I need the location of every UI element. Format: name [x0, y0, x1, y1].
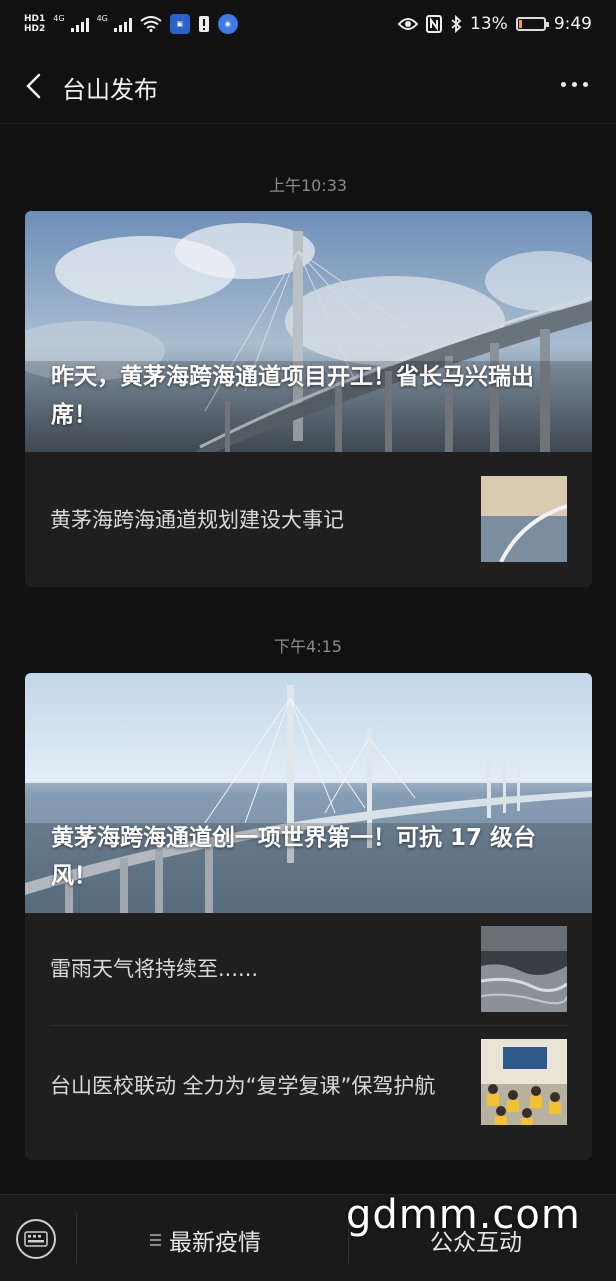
app-notification-icon: ◉	[217, 14, 238, 34]
menu-divider	[76, 1213, 77, 1263]
article-thumbnail	[481, 476, 567, 562]
list-item[interactable]: 黄茅海跨海通道规划建设大事记	[50, 452, 567, 587]
more-options-icon[interactable]	[561, 82, 588, 87]
news-app-icon: ▣	[169, 14, 190, 34]
keyboard-icon[interactable]	[16, 1219, 56, 1259]
list-item-title: 雷雨天气将持续至......	[50, 957, 259, 981]
hd1-label: HD1	[24, 14, 46, 24]
list-item-title: 台山医校联动 全力为“复学复课”保驾护航	[50, 1074, 436, 1098]
menu-latest-epidemic[interactable]: 最新疫情	[150, 1223, 261, 1257]
watermark: gdmm.com	[346, 1192, 581, 1238]
signal-icon	[70, 16, 89, 32]
eye-icon	[398, 18, 419, 30]
message-timestamp: 上午10:33	[268, 176, 348, 195]
article-thumbnail	[481, 1039, 567, 1125]
hero-article-2[interactable]: 黄茅海跨海通道创一项世界第一！可抗 17 级台风！	[25, 673, 592, 913]
back-arrow-icon[interactable]	[22, 72, 46, 100]
network-type-2: 4G	[96, 14, 108, 23]
list-item[interactable]: 雷雨天气将持续至......	[50, 913, 567, 1025]
clock: 9:49	[553, 14, 592, 34]
hd2-label: HD2	[24, 24, 46, 34]
bluetooth-icon	[451, 15, 462, 33]
hero-article-title: 昨天，黄茅海跨海通道项目开工！省长马兴瑞出席！	[51, 364, 534, 428]
list-item[interactable]: 台山医校联动 全力为“复学复课”保驾护航	[50, 1025, 567, 1146]
status-right: 13% 9:49	[398, 14, 592, 34]
hd-indicator: HD1 HD2	[24, 14, 45, 34]
hero-article[interactable]: 昨天，黄茅海跨海通道项目开工！省长马兴瑞出席！	[25, 211, 592, 452]
article-card: 昨天，黄茅海跨海通道项目开工！省长马兴瑞出席！ 黄茅海跨海通道规划建设大事记	[25, 211, 592, 587]
battery-icon	[515, 17, 549, 31]
status-left: HD1 HD2 4G 4G ▣ ◉	[24, 14, 238, 34]
status-bar: HD1 HD2 4G 4G ▣ ◉ 13% 9:49	[0, 0, 616, 48]
nav-bar: 台山发布	[0, 48, 616, 124]
message-timestamp-2: 下午4:15	[274, 637, 342, 656]
wifi-icon	[140, 16, 162, 32]
sim-alert-icon	[198, 16, 209, 32]
menu-list-icon	[150, 1234, 161, 1246]
list-item-title: 黄茅海跨海通道规划建设大事记	[50, 507, 344, 532]
battery-percent: 13%	[470, 14, 508, 34]
signal-icon-2	[113, 16, 132, 32]
page-title: 台山发布	[62, 76, 158, 104]
nfc-icon	[426, 15, 443, 33]
article-card-2: 黄茅海跨海通道创一项世界第一！可抗 17 级台风！ 雷雨天气将持续至......…	[25, 673, 592, 1160]
article-thumbnail	[481, 926, 567, 1012]
hero-article-title-2: 黄茅海跨海通道创一项世界第一！可抗 17 级台风！	[51, 825, 537, 889]
menu-item-label: 最新疫情	[169, 1230, 261, 1256]
network-type-1: 4G	[53, 14, 65, 23]
